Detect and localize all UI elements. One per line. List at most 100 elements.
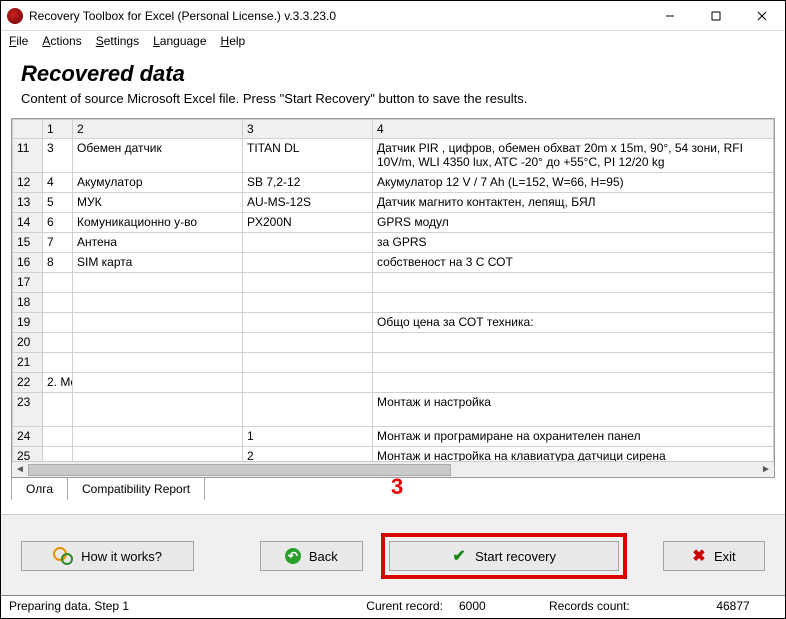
cell[interactable]: SIM карта — [73, 253, 243, 273]
cell[interactable]: 2 — [243, 447, 373, 462]
cell[interactable]: 1 — [243, 427, 373, 447]
cell[interactable] — [73, 447, 243, 462]
cell[interactable]: Датчик магнито контактен, лепящ, БЯЛ — [373, 193, 774, 213]
table-row[interactable]: 17 — [13, 273, 774, 293]
scroll-thumb[interactable] — [28, 464, 451, 476]
scroll-left-icon[interactable]: ◄ — [12, 462, 28, 478]
cell[interactable]: 4 — [43, 173, 73, 193]
row-header[interactable]: 12 — [13, 173, 43, 193]
table-row[interactable]: 19 Общо цена за СОТ техника: — [13, 313, 774, 333]
start-recovery-button[interactable]: ✔ Start recovery — [389, 541, 619, 571]
how-it-works-button[interactable]: How it works? — [21, 541, 194, 571]
table-row[interactable]: 20 — [13, 333, 774, 353]
cell[interactable]: 2. Мо — [43, 373, 73, 393]
menu-help[interactable]: Help — [221, 34, 246, 48]
table-row[interactable]: 23 Монтаж и настройка — [13, 393, 774, 427]
menu-language[interactable]: Language — [153, 34, 206, 48]
cell[interactable] — [43, 353, 73, 373]
table-row[interactable]: 21 — [13, 353, 774, 373]
cell[interactable] — [243, 313, 373, 333]
cell[interactable]: Комуникационно у-во — [73, 213, 243, 233]
cell[interactable] — [243, 273, 373, 293]
cell[interactable]: GPRS модул — [373, 213, 774, 233]
row-header[interactable]: 21 — [13, 353, 43, 373]
row-header[interactable]: 23 — [13, 393, 43, 427]
cell[interactable]: МУК — [73, 193, 243, 213]
cell[interactable]: 8 — [43, 253, 73, 273]
menu-file[interactable]: File — [9, 34, 28, 48]
cell[interactable] — [73, 353, 243, 373]
row-header[interactable]: 15 — [13, 233, 43, 253]
column-header[interactable]: 4 — [373, 120, 774, 139]
cell[interactable]: Датчик PIR , цифров, обемен обхват 20m x… — [373, 139, 774, 173]
cell[interactable]: собственост на 3 С СОТ — [373, 253, 774, 273]
row-header[interactable]: 16 — [13, 253, 43, 273]
cell[interactable] — [243, 393, 373, 427]
cell[interactable] — [43, 447, 73, 462]
table-row[interactable]: 135МУКAU-MS-12SДатчик магнито контактен,… — [13, 193, 774, 213]
cell[interactable]: 7 — [43, 233, 73, 253]
cell[interactable] — [243, 373, 373, 393]
cell[interactable] — [43, 293, 73, 313]
cell[interactable]: 5 — [43, 193, 73, 213]
menu-actions[interactable]: Actions — [42, 34, 81, 48]
back-button[interactable]: ↶ Back — [260, 541, 362, 571]
cell[interactable]: Монтаж и настройка — [373, 393, 774, 427]
cell[interactable]: AU-MS-12S — [243, 193, 373, 213]
table-row[interactable]: 113Обемен датчикTITAN DLДатчик PIR , циф… — [13, 139, 774, 173]
cell[interactable] — [73, 333, 243, 353]
column-header[interactable]: 1 — [43, 120, 73, 139]
row-header[interactable]: 20 — [13, 333, 43, 353]
cell[interactable] — [243, 253, 373, 273]
data-grid[interactable]: 1 2 3 4 113Обемен датчикTITAN DLДатчик P… — [11, 118, 775, 478]
table-row[interactable]: 18 — [13, 293, 774, 313]
cell[interactable] — [73, 273, 243, 293]
cell[interactable] — [43, 333, 73, 353]
cell[interactable] — [373, 273, 774, 293]
row-header[interactable]: 11 — [13, 139, 43, 173]
menu-settings[interactable]: Settings — [96, 34, 139, 48]
table-row[interactable]: 168SIM карта собственост на 3 С СОТ — [13, 253, 774, 273]
cell[interactable] — [43, 313, 73, 333]
sheet-tab-compatibility[interactable]: Compatibility Report — [68, 478, 205, 500]
cell[interactable] — [73, 393, 243, 427]
cell[interactable]: 6 — [43, 213, 73, 233]
row-header[interactable]: 24 — [13, 427, 43, 447]
cell[interactable] — [373, 373, 774, 393]
cell[interactable] — [43, 273, 73, 293]
cell[interactable]: Акумулатор — [73, 173, 243, 193]
cell[interactable]: TITAN DL — [243, 139, 373, 173]
cell[interactable] — [373, 293, 774, 313]
column-header[interactable]: 2 — [73, 120, 243, 139]
cell[interactable]: Монтаж и настройка на клавиатура датчици… — [373, 447, 774, 462]
cell[interactable] — [73, 313, 243, 333]
sheet-tab-olga[interactable]: Олга — [11, 478, 68, 500]
cell[interactable]: Обемен датчик — [73, 139, 243, 173]
scroll-right-icon[interactable]: ► — [758, 462, 774, 478]
table-row[interactable]: 24 1Монтаж и програмиране на охранителен … — [13, 427, 774, 447]
cell[interactable] — [243, 293, 373, 313]
cell[interactable]: за GPRS — [373, 233, 774, 253]
cell[interactable]: Акумулатор 12 V / 7 Ah (L=152, W=66, H=9… — [373, 173, 774, 193]
cell[interactable] — [73, 427, 243, 447]
cell[interactable]: 3 — [43, 139, 73, 173]
table-row[interactable]: 146Комуникационно у-во PX200NGPRS модул — [13, 213, 774, 233]
row-header[interactable]: 18 — [13, 293, 43, 313]
row-header[interactable]: 13 — [13, 193, 43, 213]
minimize-button[interactable] — [647, 1, 693, 31]
table-row[interactable]: 157Антеназа GPRS — [13, 233, 774, 253]
cell[interactable] — [243, 353, 373, 373]
row-header[interactable]: 14 — [13, 213, 43, 233]
maximize-button[interactable] — [693, 1, 739, 31]
row-header[interactable]: 17 — [13, 273, 43, 293]
cell[interactable] — [43, 393, 73, 427]
cell[interactable]: SB 7,2-12 — [243, 173, 373, 193]
cell[interactable] — [73, 373, 243, 393]
cell[interactable] — [43, 427, 73, 447]
column-header[interactable]: 3 — [243, 120, 373, 139]
close-button[interactable] — [739, 1, 785, 31]
cell[interactable]: Общо цена за СОТ техника: — [373, 313, 774, 333]
exit-button[interactable]: ✖ Exit — [663, 541, 765, 571]
cell[interactable]: Монтаж и програмиране на охранителен пан… — [373, 427, 774, 447]
row-header[interactable]: 19 — [13, 313, 43, 333]
